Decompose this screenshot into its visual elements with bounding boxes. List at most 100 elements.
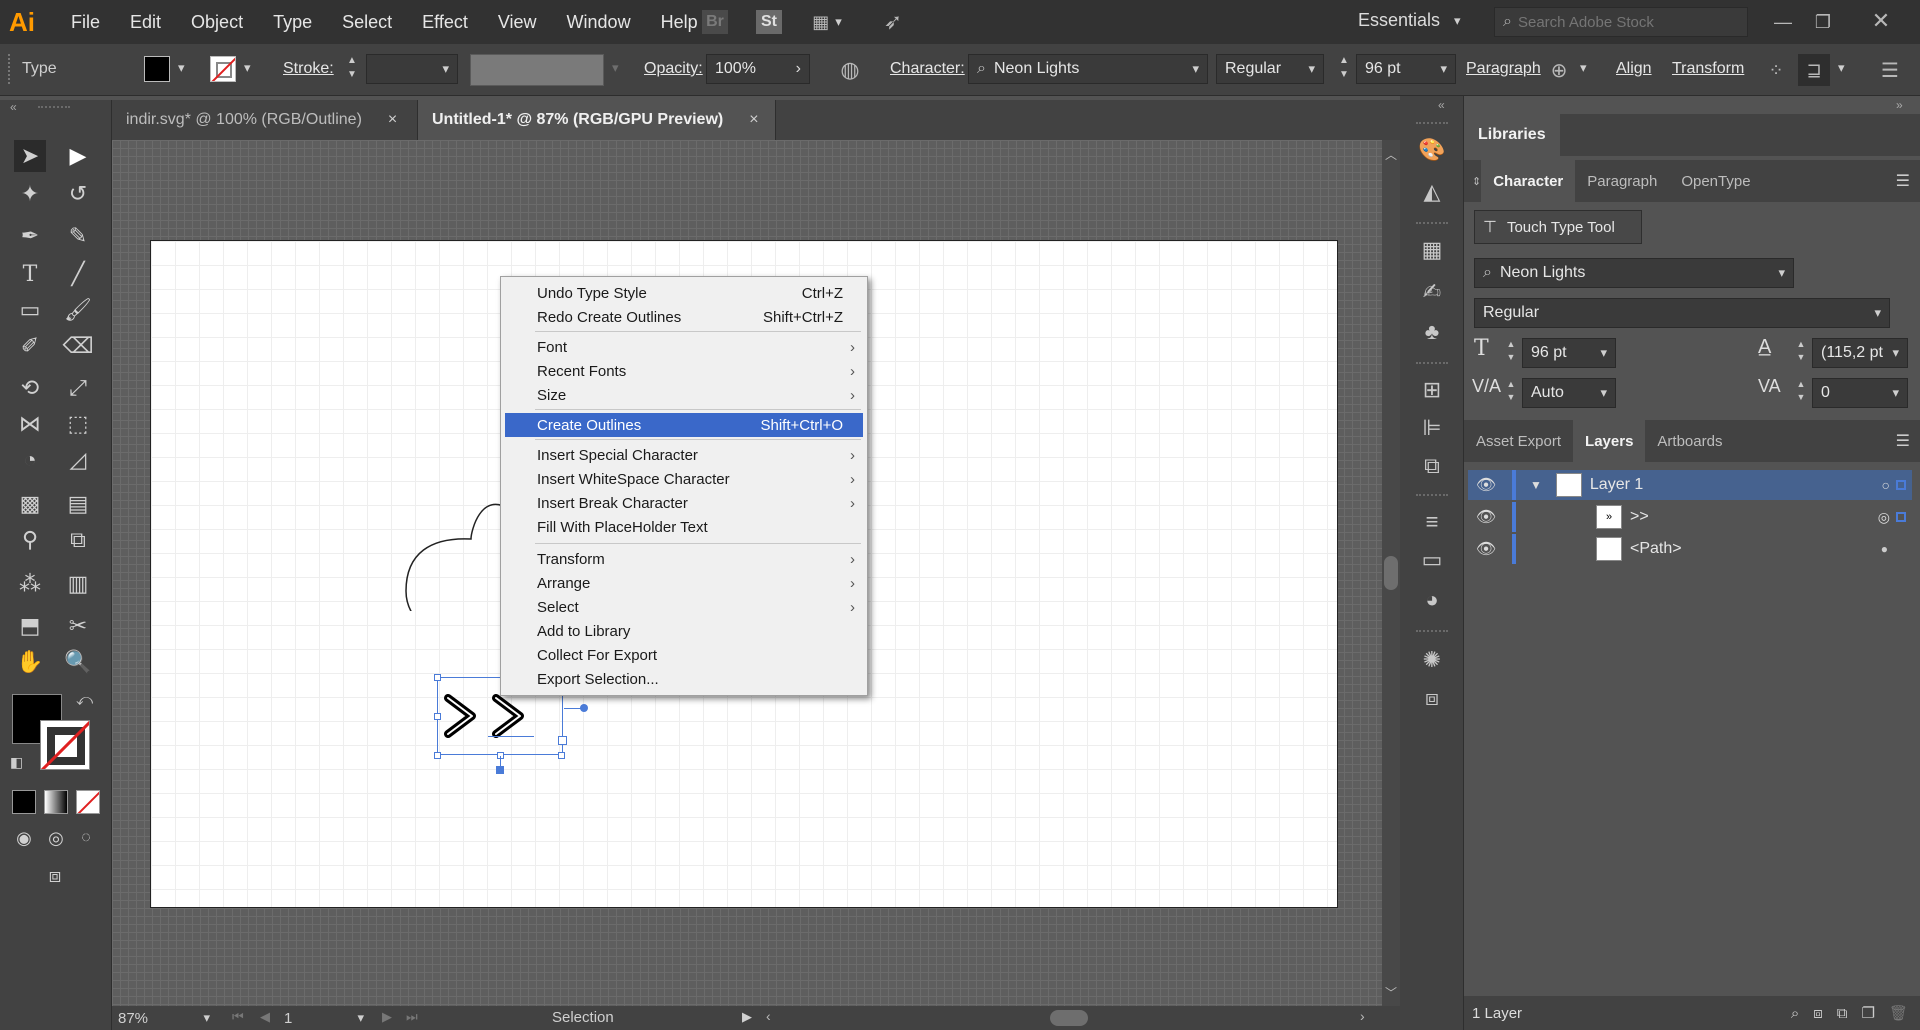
close-icon[interactable]: × [388, 111, 397, 129]
last-artboard-icon[interactable]: ⏭ [406, 1009, 418, 1025]
target-selected-icon[interactable]: ◎ [1878, 509, 1890, 526]
stock-search[interactable]: ⌕ [1494, 7, 1748, 37]
stroke-stepper[interactable]: ▲ ▼ [344, 54, 360, 86]
scroll-down-icon[interactable]: ﹀ [1385, 984, 1397, 1001]
selection-indicator-icon[interactable] [1896, 480, 1906, 490]
panel-menu-icon[interactable]: ☰ [1896, 171, 1910, 191]
width-tool-icon[interactable]: ⋈ [14, 408, 46, 440]
tab-asset-export[interactable]: Asset Export [1464, 420, 1573, 462]
artboard-tool-icon[interactable]: ⬒ [14, 610, 46, 642]
zoom-field[interactable]: 87% ▾ [118, 1008, 210, 1028]
eraser-icon[interactable]: ⌫ [62, 330, 94, 362]
eye-icon[interactable]: 👁 [1468, 539, 1504, 559]
font-family-field[interactable]: ⌕ Neon Lights ▾ [968, 54, 1208, 84]
collapse-panels-icon[interactable]: » [1896, 98, 1903, 112]
selection-handle[interactable] [434, 752, 441, 759]
lasso-icon[interactable]: ↺ [62, 178, 94, 210]
new-layer-icon[interactable]: ❐ [1862, 1004, 1875, 1022]
screen-mode-icon[interactable]: ⧈ [38, 860, 72, 892]
pathfinder-icon[interactable]: ⧉ [1418, 452, 1446, 480]
symbol-sprayer-icon[interactable]: ⁂ [14, 568, 46, 600]
trash-icon[interactable]: 🗑 [1889, 1004, 1908, 1022]
gradient-panel-icon[interactable]: ▭ [1418, 546, 1446, 574]
menu-item-collect-for-export[interactable]: Collect For Export [505, 643, 863, 667]
collapse-icon[interactable]: « [1438, 98, 1445, 112]
menu-item-arrange[interactable]: Arrange › [505, 571, 863, 595]
brushes-icon[interactable]: ✍ [1418, 278, 1446, 306]
stroke-color-swatch[interactable] [40, 720, 90, 770]
paintbrush-icon[interactable]: 🖌 [62, 294, 94, 326]
mesh-tool-icon[interactable]: ▩ [14, 488, 46, 520]
eye-icon[interactable]: 👁 [1468, 507, 1504, 527]
perspective-grid-icon[interactable]: ◿ [62, 444, 94, 476]
stroke-panel-icon[interactable]: ≡ [1418, 508, 1446, 536]
rotate-tool-icon[interactable]: ⟲ [14, 372, 46, 404]
color-mode-icon[interactable] [12, 790, 36, 814]
restore-icon[interactable]: ❐ [1808, 8, 1838, 36]
scroll-thumb[interactable] [1384, 556, 1398, 590]
arrange-documents-icon[interactable]: ▦ ▾ [804, 10, 850, 34]
layer-name[interactable]: Layer 1 [1590, 476, 1643, 494]
selection-tool-icon[interactable]: ➤ [14, 140, 46, 172]
menu-item-undo-type-style[interactable]: Undo Type Style Ctrl+Z [505, 281, 863, 305]
globe-icon[interactable]: ⊕ [1546, 56, 1572, 84]
char-size-stepper[interactable]: ▲ ▼ [1504, 338, 1518, 366]
isolate-icon[interactable]: ⁘ [1762, 56, 1790, 84]
variable-width-profile[interactable] [470, 54, 604, 86]
touch-type-tool-button[interactable]: ⊤ Touch Type Tool [1474, 210, 1642, 244]
menu-item-insert-break-character[interactable]: Insert Break Character › [505, 491, 863, 515]
tab-untitled-1[interactable]: Untitled-1* @ 87% (RGB/GPU Preview) × [418, 100, 776, 140]
stock-button[interactable]: St [756, 10, 782, 34]
menu-item-fill-placeholder-text[interactable]: Fill With PlaceHolder Text [505, 515, 863, 539]
pen-tool-icon[interactable]: ✒ [14, 220, 46, 252]
align-link[interactable]: Align [1616, 60, 1652, 78]
minimize-icon[interactable]: — [1768, 8, 1798, 36]
close-icon[interactable]: × [749, 111, 758, 129]
swatches-icon[interactable]: ▦ [1418, 236, 1446, 264]
menu-select[interactable]: Select [327, 12, 407, 33]
first-artboard-icon[interactable]: ⏮ [232, 1009, 244, 1025]
collapse-arrows-icon[interactable]: ⇕ [1472, 175, 1481, 188]
shaper-tool-icon[interactable]: ✐ [14, 330, 46, 362]
eye-icon[interactable]: 👁 [1468, 475, 1504, 495]
menu-item-select[interactable]: Select › [505, 595, 863, 619]
character-label[interactable]: Character: [890, 60, 965, 78]
char-font-style-field[interactable]: Regular ▾ [1474, 298, 1890, 328]
artboard-navigator[interactable]: 1 ▾ [284, 1008, 364, 1028]
gpu-rocket-icon[interactable]: ➶ [878, 8, 908, 36]
tab-layers[interactable]: Layers [1573, 420, 1646, 462]
tracking-stepper[interactable]: ▲ ▼ [1794, 378, 1808, 406]
direct-selection-tool-icon[interactable]: ▶ [62, 140, 94, 172]
color-guide-icon[interactable]: ◭ [1418, 178, 1446, 206]
transform-panel-icon[interactable]: ⊞ [1418, 376, 1446, 404]
menu-item-size[interactable]: Size › [505, 383, 863, 407]
tab-libraries[interactable]: Libraries [1464, 114, 1560, 156]
symbols-icon[interactable]: ♣ [1418, 318, 1446, 346]
leading-stepper[interactable]: ▲ ▼ [1794, 338, 1808, 366]
threading-square[interactable] [496, 766, 504, 774]
curvature-tool-icon[interactable]: ✎ [62, 220, 94, 252]
leading-field[interactable]: (115,2 pt ▾ [1812, 338, 1908, 368]
vertical-scrollbar[interactable]: ︿ ﹀ [1382, 140, 1400, 1006]
menu-item-insert-whitespace-character[interactable]: Insert WhiteSpace Character › [505, 467, 863, 491]
char-font-size-field[interactable]: 96 pt ▾ [1522, 338, 1616, 368]
next-artboard-icon[interactable]: ▶ [382, 1009, 392, 1025]
target-dot-icon[interactable]: ● [1881, 542, 1888, 556]
tab-character[interactable]: Character [1481, 160, 1576, 202]
globe-chevron-icon[interactable]: ▾ [1580, 60, 1587, 76]
menu-item-create-outlines[interactable]: Create Outlines Shift+Ctrl+O [505, 413, 863, 437]
menu-item-transform[interactable]: Transform › [505, 547, 863, 571]
tab-artboards[interactable]: Artboards [1645, 420, 1734, 462]
font-style-field[interactable]: Regular ▾ [1216, 54, 1324, 84]
horizontal-scroll-thumb[interactable] [1050, 1010, 1088, 1026]
transform-link[interactable]: Transform [1672, 60, 1744, 78]
panel-menu-icon[interactable]: ☰ [1896, 431, 1910, 451]
column-graph-icon[interactable]: ▥ [62, 568, 94, 600]
chevron-down-icon[interactable]: ▼ [1530, 478, 1542, 492]
blend-tool-icon[interactable]: ⧉ [62, 524, 94, 556]
selection-handle[interactable] [434, 713, 441, 720]
profile-chevron-icon[interactable]: ▾ [612, 60, 619, 76]
eyedropper-icon[interactable]: ⚲ [14, 524, 46, 556]
selection-indicator-icon[interactable] [1896, 512, 1906, 522]
menu-object[interactable]: Object [176, 12, 258, 33]
